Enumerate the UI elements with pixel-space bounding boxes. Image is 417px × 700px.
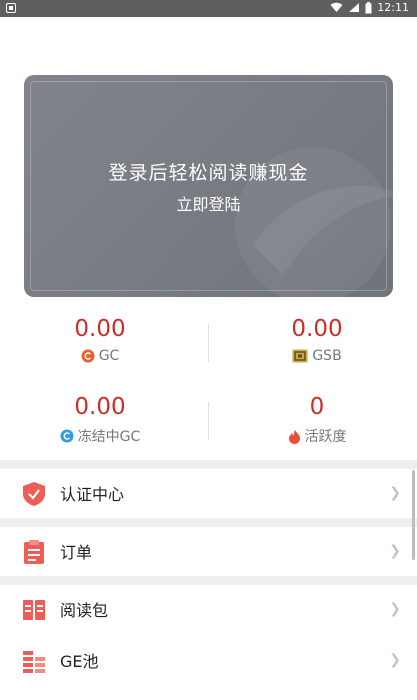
banner-title: 登录后轻松阅读赚现金 <box>108 162 309 184</box>
stat-label: 活跃度 <box>304 429 347 445</box>
section-gap <box>0 460 417 469</box>
stat-value: 0.00 <box>74 316 126 342</box>
menu-item-ge-pool[interactable]: GE池 ❯ <box>0 636 417 684</box>
chevron-right-icon: ❯ <box>389 601 401 617</box>
scrollbar[interactable] <box>412 470 415 560</box>
flame-icon <box>288 429 300 444</box>
status-icons: 12:11 <box>330 1 409 14</box>
section-gap <box>0 576 417 585</box>
stat-value: 0.00 <box>74 394 126 420</box>
stat-label-row: GSB <box>217 348 417 364</box>
status-bar: 12:11 <box>0 0 417 17</box>
banner-texts: 登录后轻松阅读赚现金 立即登陆 <box>24 75 393 297</box>
login-link[interactable]: 立即登陆 <box>24 191 393 215</box>
menu-item-orders[interactable]: 订单 ❯ <box>0 527 417 575</box>
stat-activity[interactable]: 0 活跃度 <box>217 394 417 446</box>
order-list-icon <box>24 540 44 564</box>
section-gap <box>0 518 417 527</box>
stat-gc[interactable]: 0.00 GC <box>0 316 200 364</box>
divider <box>208 402 209 440</box>
menu-item-certification[interactable]: 认证中心 ❯ <box>0 469 417 517</box>
stat-label-row: 活跃度 <box>217 426 417 446</box>
gc-coin-icon <box>81 349 95 363</box>
frozen-gc-icon <box>60 429 74 443</box>
stat-label-row: 冻结中GC <box>0 426 200 446</box>
battery-icon <box>365 1 372 13</box>
ge-pool-icon <box>23 651 45 673</box>
chevron-right-icon: ❯ <box>389 485 401 501</box>
menu-label: 订单 <box>60 543 93 562</box>
notification-icon <box>6 3 16 13</box>
login-banner[interactable]: 登录后轻松阅读赚现金 立即登陆 <box>24 75 393 297</box>
stat-label: GSB <box>312 348 342 364</box>
stat-value: 0.00 <box>291 316 343 342</box>
stat-label: 冻结中GC <box>77 429 141 445</box>
stat-gsb[interactable]: 0.00 GSB <box>217 316 417 364</box>
menu-label: GE池 <box>60 652 99 671</box>
menu-label: 认证中心 <box>60 485 125 504</box>
stat-label-row: GC <box>0 348 200 364</box>
chevron-right-icon: ❯ <box>389 652 401 668</box>
wifi-icon <box>330 2 343 12</box>
stats-panel: 0.00 GC 0.00 GSB 0.00 冻结中GC 0 活跃度 <box>0 300 417 460</box>
chevron-right-icon: ❯ <box>389 543 401 559</box>
stat-label: GC <box>98 348 120 364</box>
menu-label: 阅读包 <box>60 601 109 620</box>
stat-frozen-gc[interactable]: 0.00 冻结中GC <box>0 394 200 446</box>
book-icon <box>23 600 45 620</box>
gsb-coin-icon <box>292 349 308 363</box>
signal-icon <box>349 3 360 12</box>
status-time: 12:11 <box>377 1 409 14</box>
menu-item-reading-pack[interactable]: 阅读包 ❯ <box>0 585 417 633</box>
shield-check-icon <box>23 482 45 506</box>
divider <box>208 324 209 362</box>
stat-value: 0 <box>309 394 325 420</box>
